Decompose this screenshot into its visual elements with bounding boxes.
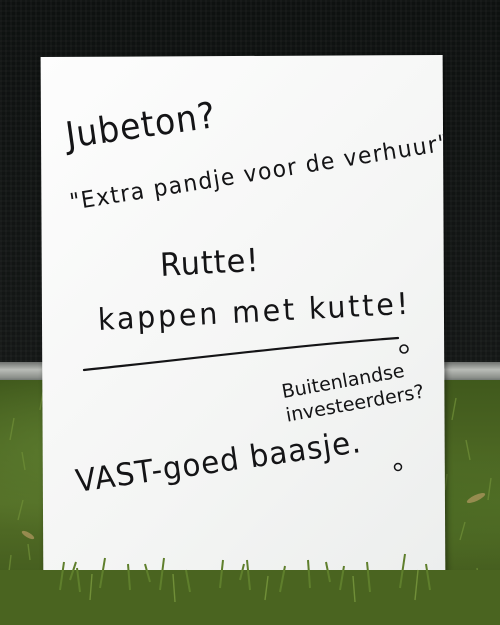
foreground-grass bbox=[0, 553, 500, 625]
photo-scene: Jubeton? "Extra pandje voor de verhuur" … bbox=[0, 0, 500, 625]
